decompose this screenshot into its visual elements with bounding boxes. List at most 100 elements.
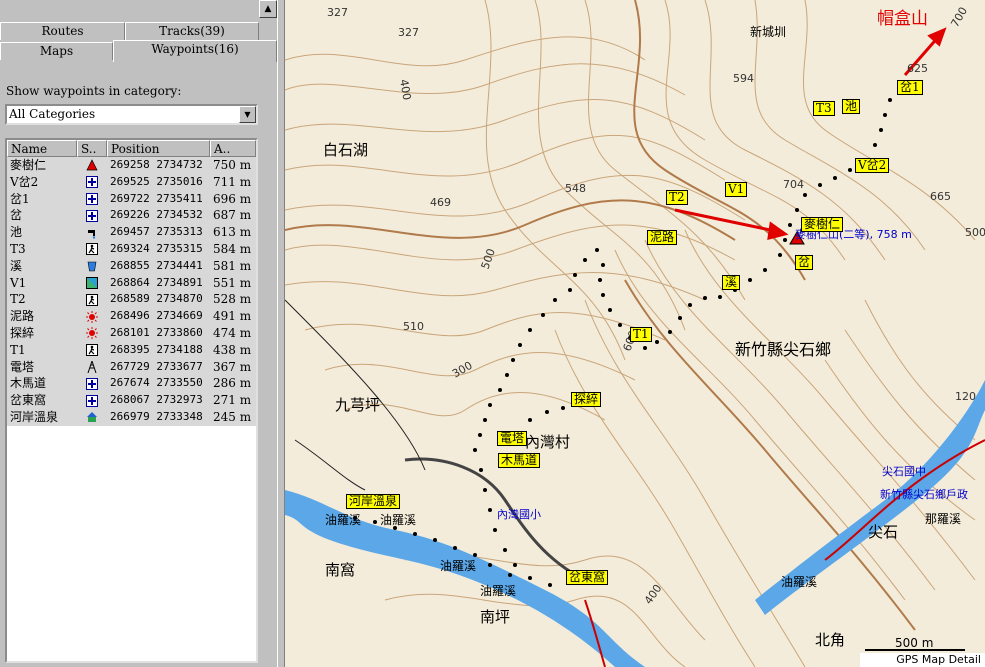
- waypoint-label[interactable]: V1: [725, 182, 748, 197]
- waypoint-label[interactable]: 岔: [795, 255, 814, 270]
- annotation-arrows: [674, 27, 947, 240]
- waypoint-label[interactable]: 池: [842, 99, 861, 114]
- waypoint-label[interactable]: 電塔: [497, 431, 528, 446]
- category-select[interactable]: All Categories ▼: [5, 104, 258, 125]
- waypoint-row[interactable]: 岔1 269722 2735411 696 m: [7, 190, 256, 208]
- title-label: 帽盒山: [877, 9, 928, 29]
- splitter[interactable]: [277, 0, 285, 667]
- category-select-value: All Categories: [9, 107, 96, 121]
- waypoint-label[interactable]: T1: [630, 327, 652, 342]
- column-position[interactable]: Position: [107, 140, 210, 157]
- waypoint-list: Name S.. Position A.. 麥樹仁 269258 2734732 7…: [5, 138, 258, 663]
- waypoint-position: 268067 2732973: [110, 393, 203, 407]
- contour-label: 469: [430, 196, 451, 209]
- place-label: 內灣村: [525, 433, 570, 451]
- contour-label: 400: [642, 582, 665, 607]
- chevron-down-icon[interactable]: ▼: [239, 106, 256, 123]
- column-altitude[interactable]: A..: [210, 140, 256, 157]
- tab-waypoints[interactable]: Waypoints(16): [113, 40, 277, 62]
- river-label: 油羅溪: [380, 513, 416, 527]
- waypoint-label[interactable]: V岔2: [855, 158, 890, 173]
- column-symbol[interactable]: S..: [77, 140, 107, 157]
- blue-cross-icon: [86, 209, 98, 222]
- waypoint-row[interactable]: 麥樹仁 269258 2734732 750 m: [7, 157, 256, 174]
- waypoint-label[interactable]: 河岸溫泉: [346, 494, 401, 509]
- waypoint-row[interactable]: 電塔 267729 2733677 367 m: [7, 358, 256, 376]
- waypoint-position: 269324 2735315: [110, 241, 203, 255]
- waypoint-altitude: 711 m: [213, 174, 252, 189]
- tab-maps[interactable]: Maps: [0, 42, 113, 60]
- waypoint-row[interactable]: 池 269457 2735313 613 m: [7, 224, 256, 241]
- hiker-icon: [86, 243, 98, 256]
- waypoint-position: 269722 2735411: [110, 191, 203, 205]
- contour-label: 594: [733, 72, 754, 85]
- contour-label: 500: [965, 226, 985, 239]
- waypoint-name: 麥樹仁: [10, 158, 47, 172]
- scale-label: 500 m: [895, 636, 934, 650]
- waypoint-label[interactable]: 岔東窩: [566, 570, 609, 585]
- waypoint-altitude: 750 m: [213, 158, 252, 172]
- contour-label: 510: [403, 320, 424, 333]
- waypoint-name: V1: [10, 275, 27, 290]
- waypoint-row[interactable]: 木馬道 267674 2733550 286 m: [7, 375, 256, 393]
- waypoint-name: 溪: [10, 258, 23, 273]
- waypoint-row[interactable]: 溪 268855 2734441 581 m: [7, 257, 256, 275]
- contour-label: 327: [398, 26, 419, 39]
- blue-cross-icon: [86, 377, 98, 390]
- waypoint-altitude: 491 m: [213, 309, 252, 324]
- waypoint-row[interactable]: 岔東窩 268067 2732973 271 m: [7, 392, 256, 409]
- place-label: 尖石: [868, 523, 898, 541]
- place-label: 南坪: [480, 608, 510, 626]
- waypoint-altitude: 696 m: [213, 191, 252, 206]
- waypoint-row[interactable]: 泥路 268496 2734669 491 m: [7, 308, 256, 325]
- waypoint-label[interactable]: T2: [666, 190, 688, 205]
- column-name[interactable]: Name: [7, 140, 77, 157]
- waypoint-label[interactable]: 木馬道: [498, 453, 541, 468]
- waypoint-altitude: 581 m: [213, 258, 252, 273]
- waypoint-altitude: 584 m: [213, 241, 252, 256]
- contour-label: 400: [397, 78, 413, 101]
- contour-label: 548: [565, 182, 586, 195]
- blue-cross-icon: [86, 394, 98, 407]
- river-label: 油羅溪: [325, 513, 361, 527]
- waypoint-position: 269226 2734532: [110, 208, 203, 222]
- waypoint-position: 269457 2735313: [110, 225, 203, 239]
- contour-label: 300: [450, 359, 475, 381]
- waypoint-altitude: 271 m: [213, 393, 252, 408]
- waypoint-label[interactable]: 岔1: [897, 80, 923, 95]
- waypoint-name: 探綷: [10, 325, 35, 340]
- waypoint-name: 岔1: [10, 191, 30, 206]
- waypoint-label[interactable]: 探綷: [571, 392, 602, 407]
- waypoint-row[interactable]: V1 268864 2734891 551 m: [7, 274, 256, 292]
- waypoint-row[interactable]: 河岸溫泉 266979 2733348 245 m: [7, 408, 256, 426]
- contour-label: 327: [327, 6, 348, 19]
- waypoint-label[interactable]: 麥樹仁: [801, 217, 844, 232]
- contour-label: 625: [907, 62, 928, 75]
- waypoint-name: 岔東窩: [10, 393, 47, 408]
- waypoint-name: 岔: [10, 208, 23, 223]
- hiker-icon: [86, 293, 98, 306]
- contour-label: 120: [955, 390, 976, 403]
- waypoint-label[interactable]: 溪: [722, 275, 741, 290]
- waypoint-row[interactable]: T1 268395 2734188 438 m: [7, 341, 256, 359]
- map-view[interactable]: 白石湖 九芎坪 內灣村 南窩 南坪 尖石 北角 新竹縣尖石鄉 油羅溪 油羅溪 油…: [285, 0, 985, 667]
- waypoint-row[interactable]: 探綷 268101 2733860 474 m: [7, 324, 256, 342]
- waypoint-name: T3: [10, 241, 26, 256]
- waypoint-label[interactable]: 泥路: [647, 230, 678, 245]
- waypoint-row[interactable]: T2 268589 2734870 528 m: [7, 291, 256, 309]
- place-label: 白石湖: [323, 141, 368, 159]
- waypoint-altitude: 367 m: [213, 359, 252, 374]
- waypoint-label[interactable]: T3: [813, 101, 835, 116]
- waypoint-row[interactable]: V岔2 269525 2735016 711 m: [7, 173, 256, 191]
- category-label: Show waypoints in category:: [6, 84, 182, 98]
- waypoint-row[interactable]: T3 269324 2735315 584 m: [7, 240, 256, 258]
- waypoint-name: 池: [10, 225, 23, 240]
- scroll-up-button[interactable]: ▲: [259, 0, 277, 18]
- contour-label: 704: [783, 178, 804, 191]
- tab-routes[interactable]: Routes: [0, 22, 125, 40]
- waypoint-position: 269258 2734732: [110, 158, 203, 171]
- waypoint-name: 電塔: [10, 359, 35, 374]
- waypoint-position: 267674 2733550: [110, 376, 203, 390]
- waypoint-row[interactable]: 岔 269226 2734532 687 m: [7, 207, 256, 225]
- tab-tracks[interactable]: Tracks(39): [125, 22, 259, 40]
